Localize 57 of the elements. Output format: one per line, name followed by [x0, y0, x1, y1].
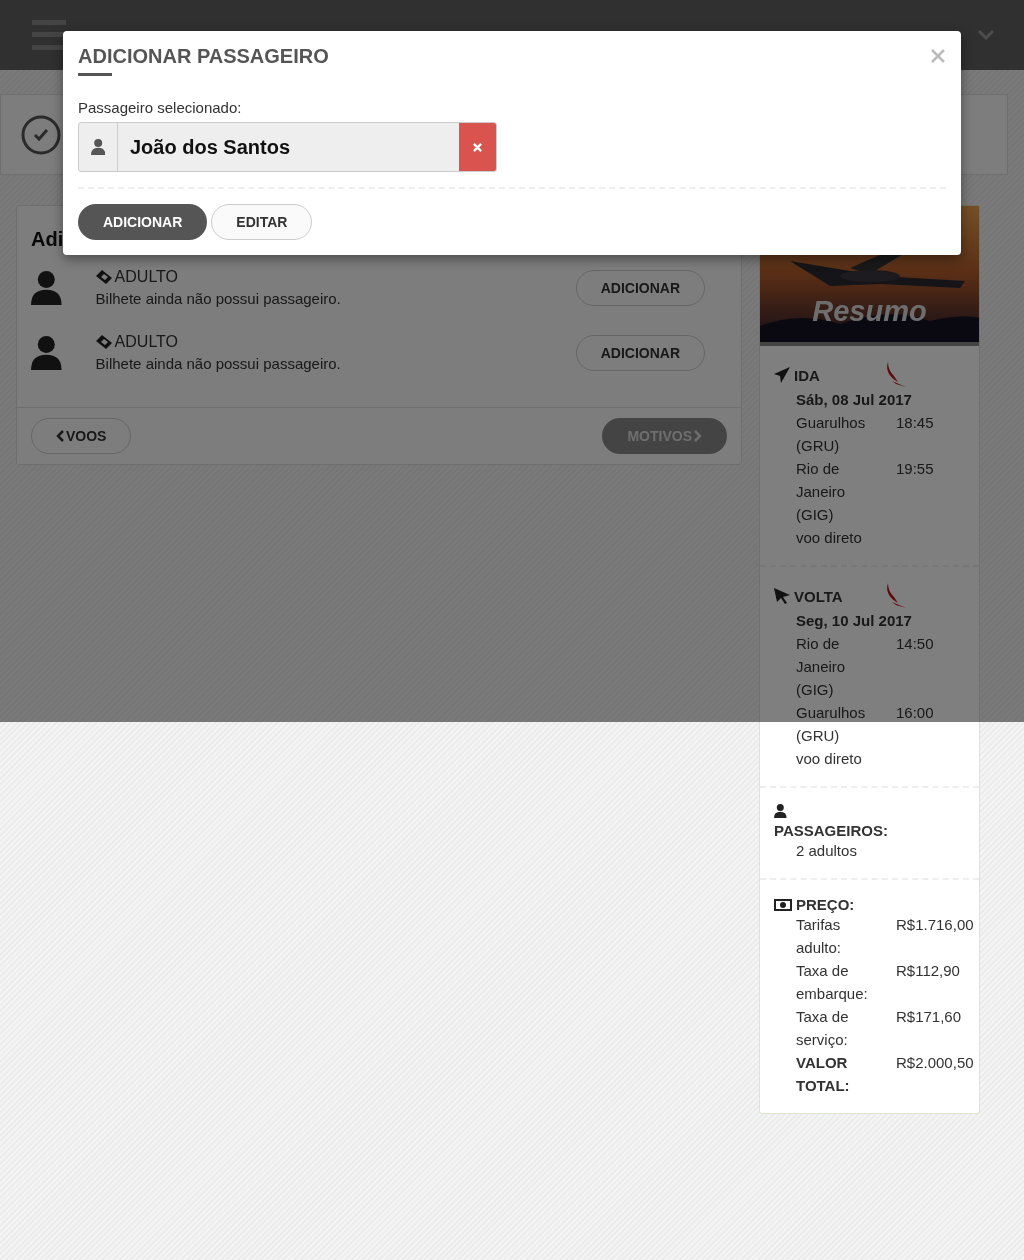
remove-button[interactable] — [459, 123, 496, 171]
ticket-status: Bilhete ainda não possui passageiro. — [95, 290, 342, 307]
airport-name: Guarulhos (GRU) — [796, 413, 867, 456]
airline-logo-icon — [884, 362, 908, 388]
person-icon — [31, 270, 62, 305]
passengers-count: 2 adultos — [795, 841, 858, 861]
ticket-type: ADULTO — [114, 333, 178, 351]
airport-name: Guarulhos (GRU) — [796, 703, 867, 746]
flight-note: voo direto — [796, 749, 863, 769]
airport-name: Rio de Janeiro (GIG) — [796, 634, 847, 700]
price-value: R$171,60 — [896, 1007, 963, 1027]
panel-title: Adi — [31, 228, 64, 251]
person-icon — [90, 139, 106, 155]
price-value: R$112,90 — [896, 961, 961, 981]
airline-logo-icon — [884, 583, 908, 609]
price-item-label: Taxa de serviço: — [796, 1007, 850, 1050]
paper-plane-icon — [774, 367, 790, 383]
price-value: R$1.716,00 — [896, 915, 974, 935]
person-icon — [774, 804, 787, 818]
chevron-left-icon — [56, 430, 64, 442]
check-circle-icon — [21, 114, 61, 155]
flight-time: 18:45 — [896, 413, 935, 433]
add-button[interactable]: ADICIONAR — [78, 204, 208, 240]
menu-icon[interactable] — [32, 20, 66, 50]
cursor-arrow-icon — [774, 588, 790, 604]
passenger-field[interactable]: João dos Santos — [78, 122, 497, 172]
add-passenger-button[interactable]: ADICIONAR — [575, 269, 705, 306]
ticket-icon — [95, 335, 112, 349]
ticket-status: Bilhete ainda não possui passageiro. — [95, 355, 342, 372]
banner-title: Resumo — [811, 295, 928, 328]
close-icon — [931, 49, 945, 63]
edit-button[interactable]: EDITAR — [211, 204, 313, 240]
flight-time: 19:55 — [896, 459, 935, 479]
banknote-icon — [774, 898, 792, 911]
chevron-down-icon[interactable] — [978, 30, 994, 40]
leg-date: Sáb, 08 Jul 2017 — [796, 390, 913, 410]
price-item-label: Taxa de embarque: — [796, 961, 869, 1004]
flight-note: voo direto — [796, 528, 863, 548]
leg-label: VOLTA — [794, 587, 844, 605]
field-label: Passageiro selecionado: — [78, 99, 243, 116]
person-icon — [31, 335, 62, 370]
leg-date: Seg, 10 Jul 2017 — [796, 611, 913, 631]
price-label: PREÇO: — [796, 896, 855, 913]
flight-time: 16:00 — [896, 703, 935, 723]
airport-name: Rio de Janeiro (GIG) — [796, 459, 847, 525]
ticket-type: ADULTO — [114, 268, 178, 286]
back-button[interactable]: VOOS — [31, 418, 132, 454]
leg-label: IDA — [794, 366, 821, 384]
passengers-label: PASSAGEIROS: — [774, 822, 889, 839]
close-icon — [473, 142, 482, 152]
flight-time: 14:50 — [896, 634, 935, 654]
price-item-label: Tarifas adulto: — [796, 915, 843, 958]
ticket-icon — [95, 270, 112, 284]
add-passenger-button[interactable]: ADICIONAR — [575, 334, 705, 371]
chevron-right-icon — [694, 430, 702, 442]
price-item-label: VALOR TOTAL: — [796, 1053, 851, 1096]
price-value: R$2.000,50 — [896, 1053, 974, 1073]
